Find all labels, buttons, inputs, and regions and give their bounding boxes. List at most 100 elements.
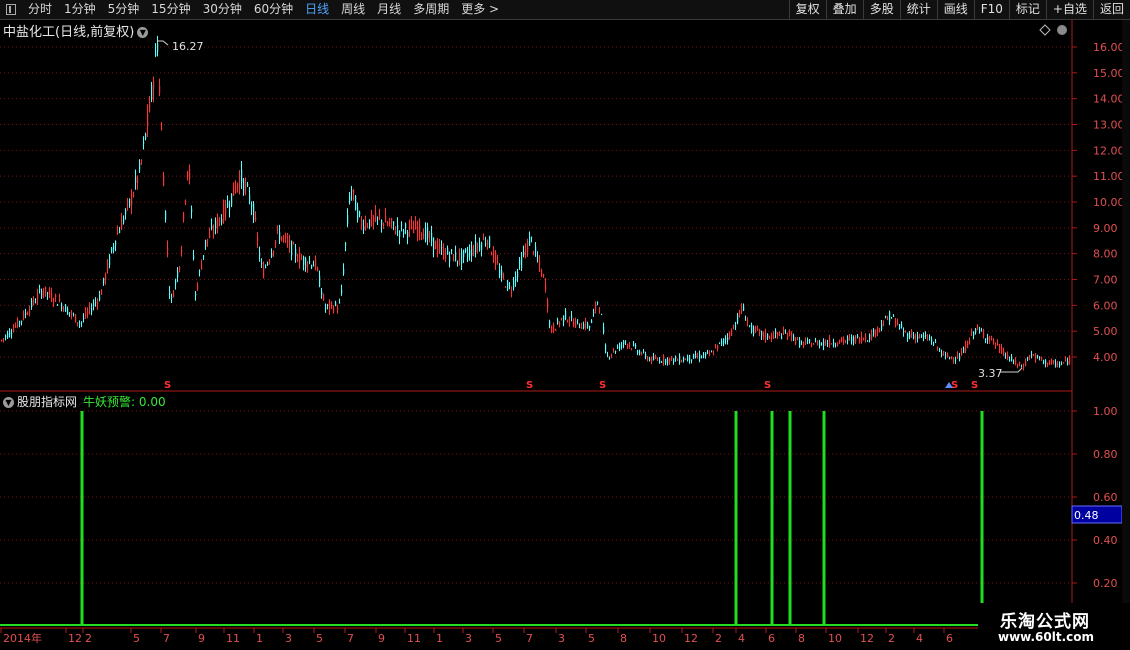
candle-body bbox=[1047, 362, 1049, 366]
candle-body bbox=[1051, 360, 1053, 364]
candle-body bbox=[547, 299, 549, 309]
candle-body bbox=[853, 337, 855, 344]
candle-body bbox=[781, 336, 783, 339]
candle-body bbox=[609, 357, 611, 359]
candle-body bbox=[227, 202, 229, 208]
indicator-title[interactable]: ▼ 股朋指标网 牛妖预警: 0.00 bbox=[3, 393, 166, 410]
candle-body bbox=[1045, 360, 1047, 365]
candle-body bbox=[667, 358, 669, 363]
candle-body bbox=[349, 196, 351, 203]
stock-title-text: 中盐化工(日线,前复权) bbox=[3, 25, 135, 40]
price-tick-label: 5.00 bbox=[1093, 325, 1118, 338]
candle-body bbox=[1063, 362, 1065, 364]
candle-body bbox=[451, 249, 453, 252]
candle-body bbox=[917, 336, 919, 339]
candle-body bbox=[5, 335, 7, 338]
candle-body bbox=[255, 217, 257, 221]
candle-body bbox=[447, 248, 449, 255]
candle-body bbox=[249, 194, 251, 202]
candle-body bbox=[1017, 364, 1019, 366]
candle-body bbox=[523, 251, 525, 256]
kline-chart[interactable]: 16.0015.0014.0013.0012.0011.0010.009.008… bbox=[0, 0, 1130, 650]
candle-body bbox=[291, 241, 293, 256]
candle-body bbox=[339, 302, 341, 304]
candle-body bbox=[79, 322, 81, 324]
settings-dot-icon[interactable] bbox=[1057, 25, 1067, 35]
candle-body bbox=[293, 243, 295, 245]
chevron-down-icon[interactable]: ▼ bbox=[137, 27, 149, 38]
candle-body bbox=[443, 248, 445, 259]
candle-body bbox=[467, 253, 469, 257]
candle-body bbox=[463, 249, 465, 258]
candle-body bbox=[935, 341, 937, 343]
candle-body bbox=[473, 250, 475, 255]
time-label: 1 bbox=[256, 632, 263, 645]
candle-body bbox=[703, 354, 705, 356]
candle-body bbox=[45, 286, 47, 295]
candle-body bbox=[677, 359, 679, 361]
candle-body bbox=[731, 331, 733, 336]
candle-body bbox=[757, 328, 759, 330]
stock-title[interactable]: 中盐化工(日线,前复权) ▼ bbox=[3, 21, 149, 40]
candle-body bbox=[39, 289, 41, 291]
candle-body bbox=[441, 246, 443, 248]
indicator-tick-label: 0.60 bbox=[1093, 491, 1118, 504]
candle-body bbox=[387, 223, 389, 226]
candle-body bbox=[725, 338, 727, 341]
candle-body bbox=[759, 329, 761, 333]
candle-body bbox=[353, 189, 355, 194]
candle-body bbox=[513, 280, 515, 289]
candle-body bbox=[969, 340, 971, 344]
candle-body bbox=[25, 312, 27, 315]
candle-body bbox=[551, 326, 553, 332]
candle-body bbox=[105, 274, 107, 281]
candle-body bbox=[279, 232, 281, 240]
candle-body bbox=[1007, 354, 1009, 358]
candle-body bbox=[281, 236, 283, 241]
candle-body bbox=[933, 343, 935, 345]
candle-body bbox=[1065, 359, 1067, 361]
candle-body bbox=[911, 332, 913, 336]
candle-body bbox=[263, 267, 265, 278]
candle-body bbox=[357, 206, 359, 221]
candle-body bbox=[365, 221, 367, 227]
candle-body bbox=[385, 215, 387, 223]
candle-body bbox=[19, 321, 21, 324]
candle-body bbox=[469, 250, 471, 256]
diamond-icon[interactable] bbox=[1039, 24, 1051, 36]
candle-body bbox=[899, 324, 901, 329]
candle-body bbox=[427, 228, 429, 239]
candle-body bbox=[367, 225, 369, 227]
candle-body bbox=[129, 198, 131, 206]
candle-body bbox=[733, 325, 735, 328]
candle-body bbox=[313, 264, 315, 267]
candle-body bbox=[693, 353, 695, 359]
candle-body bbox=[371, 213, 373, 226]
candle-body bbox=[27, 313, 29, 315]
candle-body bbox=[75, 314, 77, 323]
candle-body bbox=[803, 342, 805, 347]
candle-body bbox=[183, 212, 185, 220]
candle-body bbox=[697, 356, 699, 358]
candle-body bbox=[93, 303, 95, 307]
candle-body bbox=[383, 224, 385, 227]
signal-markers: SSSSSS bbox=[164, 380, 978, 391]
candle-body bbox=[347, 215, 349, 224]
candle-body bbox=[973, 331, 975, 336]
indicator-dropdown-icon[interactable]: ▼ bbox=[3, 397, 14, 408]
candle-body bbox=[103, 277, 105, 284]
indicator-tick-label: 0.20 bbox=[1093, 577, 1118, 590]
candle-body bbox=[683, 358, 685, 361]
candle-body bbox=[755, 327, 757, 330]
candle-body bbox=[1035, 354, 1037, 360]
candle-body bbox=[639, 351, 641, 355]
candle-body bbox=[303, 256, 305, 265]
candle-body bbox=[771, 334, 773, 338]
price-tick-label: 11.00 bbox=[1093, 170, 1125, 183]
candle-body bbox=[431, 233, 433, 242]
candle-body bbox=[749, 325, 751, 327]
candle-body bbox=[661, 361, 663, 363]
watermark-line1: 乐淘公式网 bbox=[1000, 612, 1090, 632]
candle-body bbox=[621, 345, 623, 347]
candle-body bbox=[243, 179, 245, 193]
